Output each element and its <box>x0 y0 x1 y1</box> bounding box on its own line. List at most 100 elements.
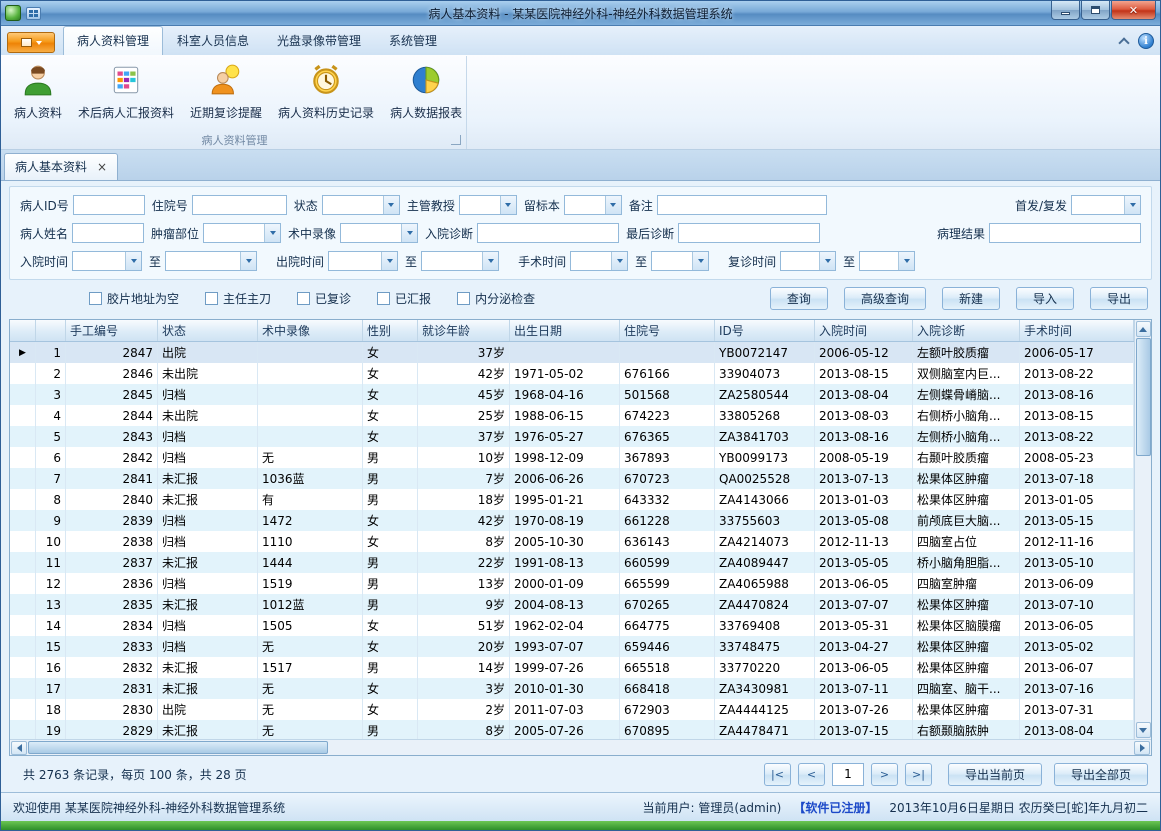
checkbox-reported[interactable]: 已汇报 <box>377 290 431 307</box>
table-row-1[interactable]: ▶12847出院女37岁YB00721472006-05-12左额叶胶质瘤200… <box>10 342 1134 363</box>
tumor-site-combo[interactable] <box>203 223 281 243</box>
revisit-time-to-combo[interactable] <box>859 251 915 271</box>
revisit-time-to-dropdown-icon[interactable] <box>898 252 914 270</box>
checkbox-chief-surgeon[interactable]: 主任主刀 <box>205 290 271 307</box>
page-number-input[interactable] <box>832 763 864 786</box>
first-page-button[interactable]: |< <box>764 763 791 786</box>
table-row-13[interactable]: 132835未汇报1012蓝男9岁2004-08-13670265ZA44708… <box>10 594 1134 615</box>
table-row-10[interactable]: 102838归档1110女8岁2005-10-30636143ZA4214073… <box>10 531 1134 552</box>
admit-time-from-combo-input[interactable] <box>73 252 125 270</box>
specimen-dropdown-icon[interactable] <box>605 196 621 214</box>
first-or-recurrent-combo-input[interactable] <box>1072 196 1124 214</box>
ribbon-tab-3[interactable]: 光盘录像带管理 <box>263 26 375 55</box>
table-row-12[interactable]: 122836归档1519男13岁2000-01-09665599ZA406598… <box>10 573 1134 594</box>
ribbon-button-history[interactable]: 病人资料历史记录 <box>271 58 381 124</box>
surgery-video-combo-input[interactable] <box>341 224 401 242</box>
horizontal-scroll-thumb[interactable] <box>28 741 328 754</box>
tab-close-icon[interactable]: × <box>97 161 107 173</box>
table-row-16[interactable]: 162832未汇报1517男14岁1999-07-266655183377022… <box>10 657 1134 678</box>
export-all-pages-button[interactable]: 导出全部页 <box>1054 763 1148 786</box>
status-dropdown-icon[interactable] <box>383 196 399 214</box>
table-row-14[interactable]: 142834归档1505女51岁1962-02-0466477533769408… <box>10 615 1134 636</box>
table-row-11[interactable]: 112837未汇报1444男22岁1991-08-13660599ZA40894… <box>10 552 1134 573</box>
admit-time-to-dropdown-icon[interactable] <box>240 252 256 270</box>
tab-patient-basic-info[interactable]: 病人基本资料 × <box>4 153 118 180</box>
status-combo-input[interactable] <box>323 196 383 214</box>
column-header-birth-date[interactable]: 出生日期 <box>510 320 620 341</box>
admission-diagnosis-input[interactable] <box>477 223 619 243</box>
discharge-time-to-combo[interactable] <box>421 251 499 271</box>
vertical-scrollbar[interactable] <box>1134 320 1151 739</box>
checkbox-endocrine-exam[interactable]: 内分泌检查 <box>457 290 535 307</box>
table-row-6[interactable]: 62842归档无男10岁1998-12-09367893YB0099173200… <box>10 447 1134 468</box>
tumor-site-dropdown-icon[interactable] <box>264 224 280 242</box>
column-header-age[interactable]: 就诊年龄 <box>418 320 510 341</box>
ribbon-button-chart[interactable]: 病人数据报表 <box>383 58 469 124</box>
maximize-button[interactable] <box>1081 1 1110 20</box>
minimize-button[interactable] <box>1051 1 1080 20</box>
ribbon-tab-1[interactable]: 病人资料管理 <box>63 26 163 55</box>
discharge-time-to-combo-input[interactable] <box>422 252 482 270</box>
surgery-time-from-combo[interactable] <box>570 251 628 271</box>
query-button[interactable]: 查询 <box>770 287 828 310</box>
checkbox-box-icon[interactable] <box>297 292 310 305</box>
surgery-video-dropdown-icon[interactable] <box>401 224 417 242</box>
specimen-combo-input[interactable] <box>565 196 605 214</box>
surgery-time-to-combo[interactable] <box>651 251 709 271</box>
checkbox-box-icon[interactable] <box>89 292 102 305</box>
chief-professor-combo[interactable] <box>459 195 517 215</box>
column-header-surgery-date[interactable]: 手术时间 <box>1020 320 1134 341</box>
horizontal-scrollbar[interactable] <box>10 739 1151 755</box>
import-button[interactable]: 导入 <box>1016 287 1074 310</box>
table-row-15[interactable]: 152833归档无女20岁1993-07-0765944633748475201… <box>10 636 1134 657</box>
checkbox-revisited[interactable]: 已复诊 <box>297 290 351 307</box>
close-button[interactable]: ✕ <box>1111 1 1156 20</box>
checkbox-box-icon[interactable] <box>377 292 390 305</box>
surgery-time-from-dropdown-icon[interactable] <box>611 252 627 270</box>
quick-access-icon[interactable] <box>26 7 41 20</box>
column-header-admit-diagnosis[interactable]: 入院诊断 <box>913 320 1020 341</box>
column-header-admission-no[interactable]: 住院号 <box>620 320 715 341</box>
ribbon-tab-4[interactable]: 系统管理 <box>375 26 451 55</box>
discharge-time-from-combo-input[interactable] <box>329 252 381 270</box>
column-header-gender[interactable]: 性别 <box>363 320 418 341</box>
ribbon-button-report[interactable]: 术后病人汇报资料 <box>71 58 181 124</box>
patient-name-input[interactable] <box>72 223 144 243</box>
discharge-time-to-dropdown-icon[interactable] <box>482 252 498 270</box>
app-menu-button[interactable] <box>7 32 55 53</box>
admit-time-to-combo[interactable] <box>165 251 257 271</box>
column-header-admit-date[interactable]: 入院时间 <box>815 320 913 341</box>
checkbox-box-icon[interactable] <box>205 292 218 305</box>
ribbon-button-patient[interactable]: 病人资料 <box>7 58 69 124</box>
scroll-down-icon[interactable] <box>1136 722 1151 738</box>
group-dialog-launcher-icon[interactable] <box>451 135 461 145</box>
status-combo[interactable] <box>322 195 400 215</box>
next-page-button[interactable]: > <box>871 763 898 786</box>
checkbox-box-icon[interactable] <box>457 292 470 305</box>
scroll-up-icon[interactable] <box>1136 321 1151 337</box>
column-header-surgery-video[interactable]: 术中录像 <box>258 320 363 341</box>
surgery-time-to-combo-input[interactable] <box>652 252 692 270</box>
table-row-9[interactable]: 92839归档1472女42岁1970-08-19661228337556032… <box>10 510 1134 531</box>
first-or-recurrent-combo[interactable] <box>1071 195 1141 215</box>
surgery-time-to-dropdown-icon[interactable] <box>692 252 708 270</box>
chief-professor-combo-input[interactable] <box>460 196 500 214</box>
surgery-video-combo[interactable] <box>340 223 418 243</box>
specimen-combo[interactable] <box>564 195 622 215</box>
scroll-left-icon[interactable] <box>11 741 27 755</box>
pathology-result-input[interactable] <box>989 223 1141 243</box>
scroll-right-icon[interactable] <box>1134 741 1150 755</box>
admit-time-from-combo[interactable] <box>72 251 142 271</box>
ribbon-button-reminder[interactable]: 近期复诊提醒 <box>183 58 269 124</box>
prev-page-button[interactable]: < <box>798 763 825 786</box>
table-row-18[interactable]: 182830出院无女2岁2011-07-03672903ZA4444125201… <box>10 699 1134 720</box>
chief-professor-dropdown-icon[interactable] <box>500 196 516 214</box>
admit-time-from-dropdown-icon[interactable] <box>125 252 141 270</box>
help-info-icon[interactable]: i <box>1138 33 1154 49</box>
last-page-button[interactable]: >| <box>905 763 932 786</box>
first-or-recurrent-dropdown-icon[interactable] <box>1124 196 1140 214</box>
revisit-time-from-dropdown-icon[interactable] <box>819 252 835 270</box>
table-row-19[interactable]: 192829未汇报无男8岁2005-07-26670895ZA447847120… <box>10 720 1134 739</box>
export-button[interactable]: 导出 <box>1090 287 1148 310</box>
admission-no-input[interactable] <box>192 195 287 215</box>
